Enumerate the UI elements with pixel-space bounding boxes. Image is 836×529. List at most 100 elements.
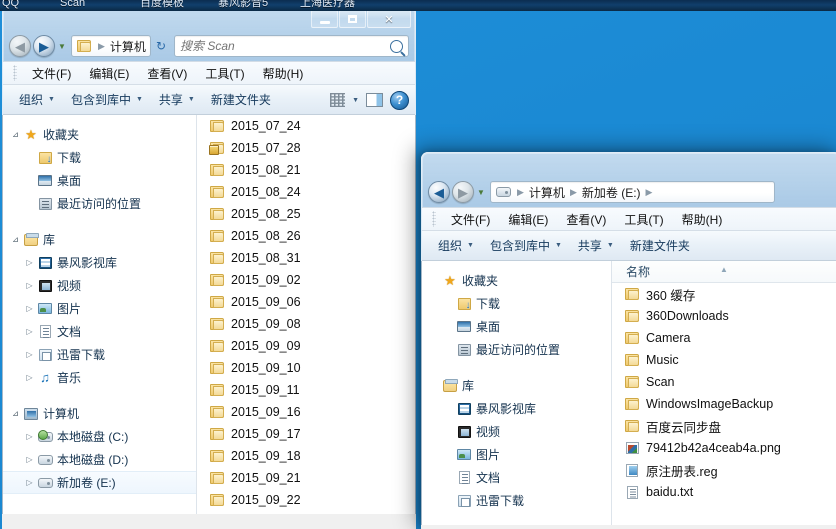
chevron-right-icon[interactable]: ▷ xyxy=(23,350,36,359)
menu-file[interactable]: 文件(F) xyxy=(23,62,80,85)
sidebar-item-暴风影视库[interactable]: 暴风影视库 xyxy=(422,397,611,420)
recent-pages-dropdown[interactable]: ▼ xyxy=(474,188,488,197)
search-input[interactable] xyxy=(180,39,390,53)
menu-edit[interactable]: 编辑(E) xyxy=(80,62,138,85)
new-folder-button[interactable]: 新建文件夹 xyxy=(622,233,698,258)
sidebar-item-计算机[interactable]: ⊿ 计算机 xyxy=(3,402,196,425)
file-list-item[interactable]: 原注册表.reg xyxy=(612,459,836,481)
sidebar-item-下载[interactable]: ↓ 下载 xyxy=(3,146,196,169)
help-icon[interactable]: ? xyxy=(390,90,409,110)
share-button[interactable]: 共享 ▼ xyxy=(151,87,203,112)
menu-view[interactable]: 查看(V) xyxy=(557,208,615,231)
sidebar-item-图片[interactable]: 图片 xyxy=(422,443,611,466)
file-list-item[interactable]: 2015_07_24 xyxy=(197,115,415,137)
chevron-expanded-icon[interactable]: ⊿ xyxy=(9,235,22,244)
taskbar-item-scan[interactable]: Scan xyxy=(60,0,85,10)
file-list-item[interactable]: 2015_09_23 xyxy=(197,511,415,514)
organize-button[interactable]: 组织 ▼ xyxy=(430,233,482,258)
menu-help[interactable]: 帮助(H) xyxy=(673,208,732,231)
sidebar-item-新加卷-(E:)[interactable]: ▷ 新加卷 (E:) xyxy=(3,471,196,494)
front-window-titlebar[interactable] xyxy=(422,153,836,177)
file-list-item[interactable]: 79412b42a4ceab4a.png xyxy=(612,437,836,459)
back-file-list[interactable]: 2015_07_24 2015_07_28 2015_08_21 2015_08_24… xyxy=(197,115,415,514)
menu-edit[interactable]: 编辑(E) xyxy=(499,208,557,231)
view-mode-chevron-down-icon[interactable]: ▼ xyxy=(352,97,359,104)
forward-button[interactable]: ▶ xyxy=(33,35,55,57)
back-navigation-pane[interactable]: ⊿ ★ 收藏夹 ↓ 下载 桌面 最近访问的位置 ⊿ 库 ▷ 暴风影视库 ▷ 视频 ▷ 图片 ▷ 文档 ▷ 迅雷下载 ▷… xyxy=(3,115,197,514)
sidebar-item-视频[interactable]: ▷ 视频 xyxy=(3,274,196,297)
file-list-item[interactable]: 2015_08_21 xyxy=(197,159,415,181)
chevron-right-icon[interactable]: ▷ xyxy=(23,258,36,267)
sidebar-item-文档[interactable]: ▷ 文档 xyxy=(3,320,196,343)
explorer-window-scan[interactable]: ✕ ◀ ▶ ▼ ▶ 计算机 ▶ 新加卷 (E:) ▶ Scan xyxy=(2,6,416,529)
file-list-item[interactable]: Music xyxy=(612,349,836,371)
chevron-right-icon[interactable]: ▷ xyxy=(23,373,36,382)
file-list-item[interactable]: Camera xyxy=(612,327,836,349)
sidebar-item-收藏夹[interactable]: ★ 收藏夹 xyxy=(422,269,611,292)
chevron-expanded-icon[interactable]: ⊿ xyxy=(9,409,22,418)
chevron-right-icon[interactable]: ▷ xyxy=(23,478,36,487)
organize-button[interactable]: 组织 ▼ xyxy=(11,87,63,112)
sidebar-item-暴风影视库[interactable]: ▷ 暴风影视库 xyxy=(3,251,196,274)
file-list-item[interactable]: 2015_09_02 xyxy=(197,269,415,291)
forward-button[interactable]: ▶ xyxy=(452,181,474,203)
include-in-library-button[interactable]: 包含到库中 ▼ xyxy=(63,87,151,112)
menu-help[interactable]: 帮助(H) xyxy=(254,62,313,85)
front-file-list[interactable]: 名称 ▲ 360 缓存 360Downloads Camera Music Scan Wi… xyxy=(612,261,836,525)
file-list-item[interactable]: 2015_08_31 xyxy=(197,247,415,269)
explorer-window-volume-e[interactable]: ◀ ▶ ▼ ▶ 计算机 ▶ 新加卷 (E:) ▶ 文件(F) 编辑(E) 查看(… xyxy=(421,152,836,529)
file-list-item[interactable]: 2015_09_09 xyxy=(197,335,415,357)
file-list-item[interactable]: 2015_07_28 xyxy=(197,137,415,159)
share-button[interactable]: 共享 ▼ xyxy=(570,233,622,258)
breadcrumb-computer[interactable]: 计算机 xyxy=(109,38,147,55)
view-mode-icon[interactable] xyxy=(330,93,346,107)
chevron-right-icon[interactable]: ▷ xyxy=(23,327,36,336)
maximize-button[interactable] xyxy=(339,10,366,28)
file-list-item[interactable]: 2015_08_24 xyxy=(197,181,415,203)
sidebar-item-迅雷下载[interactable]: 迅雷下载 xyxy=(422,489,611,512)
sidebar-item-库[interactable]: ⊿ 库 xyxy=(3,228,196,251)
sidebar-item-最近访问的位置[interactable]: 最近访问的位置 xyxy=(422,338,611,361)
sidebar-item-最近访问的位置[interactable]: 最近访问的位置 xyxy=(3,192,196,215)
sidebar-item-音乐[interactable]: ▷ ♫ 音乐 xyxy=(3,366,196,389)
menu-file[interactable]: 文件(F) xyxy=(442,208,499,231)
search-box[interactable] xyxy=(174,35,409,57)
sidebar-item-文档[interactable]: 文档 xyxy=(422,466,611,489)
file-list-item[interactable]: 2015_09_10 xyxy=(197,357,415,379)
file-list-item[interactable]: WindowsImageBackup xyxy=(612,393,836,415)
front-navigation-pane[interactable]: ★ 收藏夹 ↓ 下载 桌面 最近访问的位置库暴风影视库 视频 图片 文档 迅雷下载 xyxy=(422,261,612,525)
include-in-library-button[interactable]: 包含到库中 ▼ xyxy=(482,233,570,258)
back-button[interactable]: ◀ xyxy=(9,35,31,57)
column-header-name[interactable]: 名称 xyxy=(626,263,650,280)
sidebar-item-迅雷下载[interactable]: ▷ 迅雷下载 xyxy=(3,343,196,366)
file-list-item[interactable]: 2015_08_26 xyxy=(197,225,415,247)
chevron-right-icon[interactable]: ▷ xyxy=(23,304,36,313)
sidebar-item-本地磁盘-(D:)[interactable]: ▷ 本地磁盘 (D:) xyxy=(3,448,196,471)
taskbar-item-baidu-template[interactable]: 百度模板 xyxy=(140,0,184,10)
refresh-button[interactable]: ↻ xyxy=(151,35,171,57)
file-list-item[interactable]: 2015_09_22 xyxy=(197,489,415,511)
chevron-right-icon[interactable]: ▷ xyxy=(23,432,36,441)
sidebar-item-视频[interactable]: 视频 xyxy=(422,420,611,443)
file-list-item[interactable]: 2015_09_08 xyxy=(197,313,415,335)
chevron-right-icon[interactable]: ▷ xyxy=(23,281,36,290)
close-button[interactable]: ✕ xyxy=(367,10,411,28)
file-list-item[interactable]: 2015_09_18 xyxy=(197,445,415,467)
chevron-right-icon[interactable]: ▷ xyxy=(23,455,36,464)
file-list-item[interactable]: 2015_09_17 xyxy=(197,423,415,445)
back-button[interactable]: ◀ xyxy=(428,181,450,203)
taskbar-item-baofeng[interactable]: 暴风影音5 xyxy=(218,0,268,10)
breadcrumb-volume-e[interactable]: 新加卷 (E:) xyxy=(581,184,642,201)
file-list-item[interactable]: 360 缓存 xyxy=(612,283,836,305)
address-bar[interactable]: ▶ 计算机 ▶ 新加卷 (E:) ▶ Scan ▶ ▼ xyxy=(71,35,151,57)
menubar-grip-icon[interactable] xyxy=(13,65,17,81)
menubar-grip-icon[interactable] xyxy=(432,211,436,227)
menu-tools[interactable]: 工具(T) xyxy=(615,208,672,231)
sidebar-item-下载[interactable]: ↓ 下载 xyxy=(422,292,611,315)
taskbar-item-shanghai[interactable]: 上海医疗器 xyxy=(300,0,355,10)
file-list-item[interactable]: 2015_09_11 xyxy=(197,379,415,401)
sidebar-item-桌面[interactable]: 桌面 xyxy=(3,169,196,192)
file-list-item[interactable]: 2015_08_25 xyxy=(197,203,415,225)
file-list-item[interactable]: 2015_09_06 xyxy=(197,291,415,313)
breadcrumb-computer[interactable]: 计算机 xyxy=(528,184,566,201)
